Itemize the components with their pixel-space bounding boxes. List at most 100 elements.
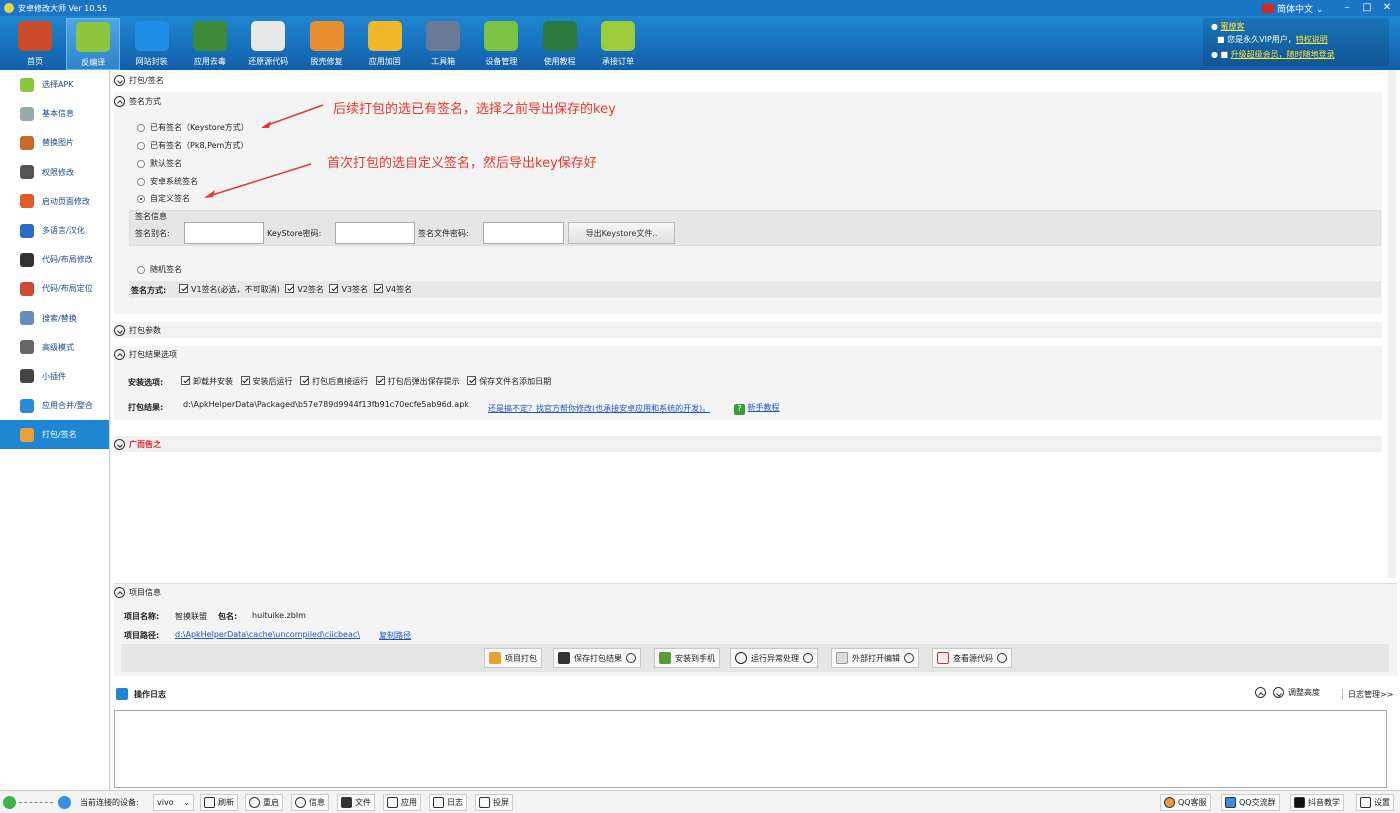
group-icon: [1225, 797, 1236, 808]
permission-icon: [20, 165, 34, 180]
install-options: 卸载并安装 安装后运行 打包后直接运行 打包后弹出保存提示 保存文件名添加日期: [175, 376, 551, 387]
sidebar-item-3[interactable]: 权限修改: [0, 158, 109, 187]
external-edit-button[interactable]: 外部打开编辑: [831, 648, 919, 668]
screen-cast-button[interactable]: 投屏: [475, 794, 513, 811]
vip-privilege-link[interactable]: 特权说明: [1296, 35, 1328, 44]
toolbar-button-6[interactable]: 应用加固: [358, 18, 412, 70]
toolbar-button-5[interactable]: 脱壳修复: [300, 18, 354, 70]
device-select[interactable]: vivo ⌄: [153, 794, 194, 811]
info-button[interactable]: 信息: [291, 794, 329, 811]
install-to-phone-button[interactable]: 安装到手机: [654, 648, 720, 668]
section-header-project-info[interactable]: 项目信息: [114, 585, 161, 599]
checkbox-v4[interactable]: V4签名: [371, 284, 412, 294]
maximize-button[interactable]: □: [1360, 2, 1374, 13]
document-icon: [836, 652, 848, 664]
refresh-button[interactable]: 刷新: [200, 794, 238, 811]
toolbar-button-9[interactable]: 使用教程: [533, 18, 587, 70]
toolbar-label: 使用教程: [543, 57, 576, 66]
official-help-link[interactable]: 还是搞不定？找官方帮你修改(也承接安卓应用和系统的开发)。: [488, 403, 710, 414]
checkbox-run-after-package[interactable]: 打包后直接运行: [295, 376, 368, 386]
apps-button[interactable]: 应用: [383, 794, 421, 811]
up-icon[interactable]: [1255, 687, 1266, 698]
checkbox-add-date[interactable]: 保存文件名添加日期: [462, 376, 551, 386]
qq-group-button[interactable]: QQ交流群: [1221, 794, 1280, 811]
settings-button[interactable]: 设置: [1356, 794, 1394, 811]
sidebar-item-10[interactable]: 小插件: [0, 362, 109, 391]
radio-random[interactable]: 随机签名: [137, 264, 182, 275]
toolbar-button-10[interactable]: 承接订单: [591, 18, 645, 70]
package-name-label: 包名:: [218, 612, 238, 621]
down-icon[interactable]: [1273, 687, 1284, 698]
toolbar-button-3[interactable]: 应用去毒: [183, 18, 237, 70]
sidebar-item-6[interactable]: 代码/布局修改: [0, 245, 109, 274]
tutorial-link[interactable]: ? 新手教程: [734, 402, 780, 415]
douyin-button[interactable]: 抖音教学: [1290, 794, 1344, 811]
dropdown-icon: [626, 653, 636, 663]
reboot-button[interactable]: 重启: [245, 794, 283, 811]
globe-icon: [20, 223, 34, 238]
project-package-button[interactable]: 项目打包: [484, 648, 542, 668]
sidebar-item-9[interactable]: 高级模式: [0, 333, 109, 362]
checkbox-save-prompt[interactable]: 打包后弹出保存提示: [371, 376, 460, 386]
keystore-password-input[interactable]: [335, 222, 415, 244]
sidebar-item-12[interactable]: 打包/签名: [0, 420, 109, 450]
run-exception-button[interactable]: 运行异常处理: [730, 648, 818, 668]
sidebar-item-7[interactable]: 代码/布局定位: [0, 274, 109, 303]
sidebar-item-5[interactable]: 多语言/汉化: [0, 216, 109, 245]
checkbox-v2[interactable]: V2签名: [282, 284, 324, 294]
project-path-link[interactable]: d:\ApkHelperData\cache\uncompiled\ciicbe…: [175, 630, 360, 639]
toolbar-button-0[interactable]: 首页: [8, 18, 62, 70]
alias-input[interactable]: [184, 222, 264, 244]
qq-service-button[interactable]: QQ客服: [1160, 794, 1211, 811]
files-button[interactable]: 文件: [337, 794, 375, 811]
section-header-package-params[interactable]: 打包参数: [114, 323, 161, 337]
close-button[interactable]: ✕: [1380, 2, 1394, 13]
account-name[interactable]: ● 蜜撩客: [1211, 21, 1245, 32]
toolbar-button-8[interactable]: 设备管理: [474, 18, 528, 70]
checkbox-v1[interactable]: V1签名(必选，不可取消): [173, 284, 280, 294]
house-icon: [18, 21, 52, 51]
file-password-input[interactable]: [483, 222, 564, 244]
checkbox-v3[interactable]: V3签名: [326, 284, 368, 294]
dropdown-icon: [803, 653, 813, 663]
sidebar-item-11[interactable]: 应用合并/整合: [0, 391, 109, 420]
log-manage-button[interactable]: 日志管理>>: [1342, 689, 1393, 700]
android-icon: [20, 77, 34, 92]
checkbox-run-after-install[interactable]: 安装后运行: [236, 376, 293, 386]
lock-icon: [367, 21, 402, 51]
bag-icon: [601, 21, 635, 51]
toolbar-button-7[interactable]: 工具箱: [416, 18, 470, 70]
save-result-button[interactable]: 保存打包结果: [553, 648, 641, 668]
collapse-icon: [114, 586, 125, 598]
sidebar-item-1[interactable]: 基本信息: [0, 99, 109, 128]
main-scrollbar[interactable]: [1388, 70, 1396, 578]
app-icon: [4, 3, 14, 13]
toolbar-button-1[interactable]: 反编译: [66, 18, 121, 70]
upgrade-link[interactable]: ● ■ 升级超级会员，随时随地登录: [1211, 49, 1335, 60]
section-header-result-options[interactable]: 打包结果选项: [114, 347, 177, 361]
toolbar-button-2[interactable]: 网站封装: [125, 18, 179, 70]
sidebar-item-2[interactable]: 替换图片: [0, 128, 109, 157]
language-selector[interactable]: 简体中文 ⌄: [1262, 2, 1323, 15]
checkbox-uninstall-install[interactable]: 卸载并安装: [175, 376, 233, 386]
sidebar-item-0[interactable]: 选择APK: [0, 70, 109, 99]
log-textarea[interactable]: [114, 710, 1387, 788]
toolbox-icon: [426, 21, 461, 51]
logs-button[interactable]: 日志: [429, 794, 467, 811]
window-title: 安卓修改大师 Ver 10.55: [18, 4, 108, 13]
douyin-icon: [1294, 797, 1305, 808]
sidebar-item-8[interactable]: 搜索/替换: [0, 304, 109, 333]
minimize-button[interactable]: –: [1340, 2, 1354, 13]
adjust-height-button[interactable]: 调整高度: [1288, 687, 1320, 698]
sidebar-item-4[interactable]: 启动页面修改: [0, 187, 109, 216]
export-keystore-button[interactable]: 导出Keystore文件..: [568, 222, 675, 244]
tiles-icon: [20, 194, 34, 209]
collapse-icon: [114, 348, 125, 360]
toolbar-button-4[interactable]: 还原源代码: [241, 18, 295, 70]
copy-path-link[interactable]: 复制路径: [379, 630, 411, 641]
view-source-button[interactable]: 查看源代码: [932, 648, 1012, 668]
sidebar-item-label: 高级模式: [42, 342, 74, 352]
section-header-ad[interactable]: 广而告之: [114, 437, 161, 451]
file-password-label: 签名文件密码:: [418, 229, 469, 238]
result-label: 打包结果:: [128, 403, 164, 412]
